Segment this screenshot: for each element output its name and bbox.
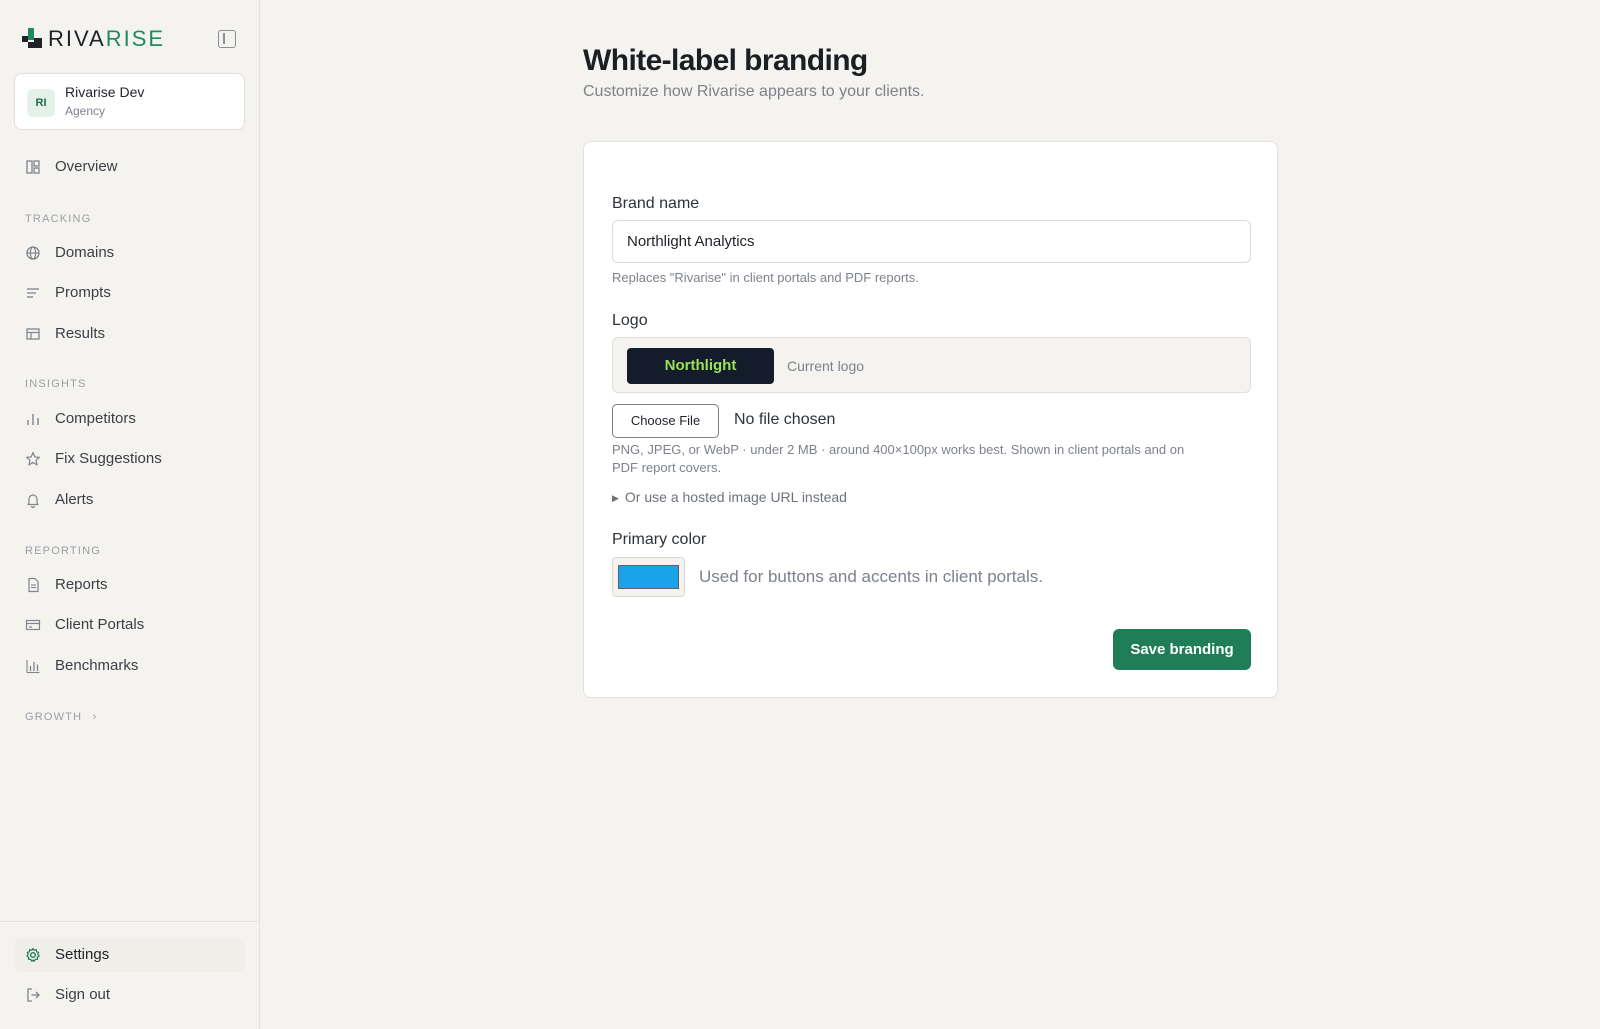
sidebar-item-overview[interactable]: Overview bbox=[14, 150, 245, 184]
brand-name-hint: Replaces "Rivarise" in client portals an… bbox=[612, 270, 919, 285]
document-icon bbox=[25, 577, 41, 593]
sidebar-item-domains[interactable]: Domains bbox=[14, 236, 245, 270]
sidebar-item-label: Sign out bbox=[55, 986, 111, 1003]
primary-color-label: Primary color bbox=[612, 531, 707, 548]
logo-label: Logo bbox=[612, 312, 648, 329]
logo-mark-icon bbox=[22, 28, 44, 50]
sign-out-button[interactable]: Sign out bbox=[14, 978, 245, 1012]
brand-wordmark: RIVARISE bbox=[48, 26, 166, 51]
sidebar-item-label: Domains bbox=[55, 244, 115, 261]
logo-hint: PNG, JPEG, or WebP · under 2 MB · around… bbox=[612, 441, 1184, 477]
sidebar-item-label: Results bbox=[55, 325, 106, 342]
color-swatch bbox=[618, 565, 679, 589]
sidebar-item-results[interactable]: Results bbox=[14, 317, 245, 351]
sidebar-item-benchmarks[interactable]: Benchmarks bbox=[14, 649, 245, 683]
workspace-avatar: RI bbox=[27, 89, 55, 117]
sidebar-item-reports[interactable]: Reports bbox=[14, 568, 245, 602]
page-subtitle: Customize how Rivarise appears to your c… bbox=[583, 83, 925, 100]
choose-file-button[interactable]: Choose File bbox=[612, 404, 719, 438]
workspace-switcher[interactable]: RI Rivarise Dev Agency bbox=[14, 73, 245, 130]
section-label-reporting: REPORTING bbox=[25, 545, 101, 557]
section-label-growth: GROWTH bbox=[25, 711, 83, 723]
sidebar-item-competitors[interactable]: Competitors bbox=[14, 402, 245, 436]
hosted-url-toggle-label: Or use a hosted image URL instead bbox=[624, 489, 847, 505]
sidebar-item-label: Client Portals bbox=[55, 616, 145, 633]
sidebar-item-label: Benchmarks bbox=[55, 657, 139, 674]
section-label-insights: INSIGHTS bbox=[25, 378, 87, 390]
logo-caption: Current logo bbox=[787, 358, 865, 374]
gear-icon bbox=[25, 947, 41, 963]
page-title: White-label branding bbox=[583, 44, 868, 77]
bell-icon bbox=[25, 492, 41, 509]
save-branding-button[interactable]: Save branding bbox=[1113, 629, 1251, 670]
chevron-right-icon: › bbox=[92, 711, 98, 723]
hosted-url-toggle[interactable]: ▶ Or use a hosted image URL instead bbox=[612, 489, 847, 505]
workspace-name: Rivarise Dev bbox=[65, 84, 145, 100]
bar-chart-icon bbox=[25, 411, 41, 427]
lines-icon bbox=[25, 285, 41, 301]
sidebar: RIVARISE RI Rivarise Dev Agency Overview… bbox=[0, 0, 260, 1029]
sidebar-item-label: Alerts bbox=[55, 491, 94, 508]
triangle-right-icon: ▶ bbox=[612, 493, 619, 503]
sidebar-item-prompts[interactable]: Prompts bbox=[14, 276, 245, 310]
logo-hint-line: PDF report covers. bbox=[612, 460, 722, 475]
brand-name-label: Brand name bbox=[612, 195, 700, 212]
sidebar-item-fix-suggestions[interactable]: Fix Suggestions bbox=[14, 442, 245, 476]
current-logo-image: Northlight bbox=[627, 348, 774, 384]
branding-form-card: Brand name Replaces "Rivarise" in client… bbox=[583, 141, 1278, 698]
sidebar-item-alerts[interactable]: Alerts bbox=[14, 483, 245, 517]
sidebar-item-settings[interactable]: Settings bbox=[14, 938, 245, 972]
globe-icon bbox=[25, 245, 41, 261]
brand-name-input[interactable] bbox=[612, 220, 1251, 263]
logo-hint-line: PNG, JPEG, or WebP · under 2 MB · around… bbox=[612, 442, 1185, 457]
sign-out-icon bbox=[25, 987, 41, 1003]
logo-preview-box: Northlight Current logo bbox=[612, 337, 1251, 393]
section-toggle-growth[interactable]: GROWTH › bbox=[25, 711, 97, 723]
sidebar-item-label: Reports bbox=[55, 576, 108, 593]
primary-color-picker[interactable] bbox=[612, 557, 685, 597]
sidebar-item-label: Settings bbox=[55, 946, 110, 963]
bar-chart-icon bbox=[25, 658, 41, 674]
sidebar-divider bbox=[0, 921, 260, 922]
card-icon bbox=[25, 617, 41, 633]
sidebar-item-label: Prompts bbox=[55, 284, 111, 301]
sidebar-item-label: Competitors bbox=[55, 410, 136, 427]
star-icon bbox=[25, 451, 41, 467]
sidebar-item-label: Fix Suggestions bbox=[55, 450, 162, 467]
primary-color-caption: Used for buttons and accents in client p… bbox=[699, 567, 1043, 586]
section-label-tracking: TRACKING bbox=[25, 213, 92, 225]
workspace-role: Agency bbox=[65, 104, 106, 118]
sidebar-item-label: Overview bbox=[55, 158, 118, 175]
collapse-sidebar-icon[interactable] bbox=[218, 30, 236, 48]
brand-logo[interactable]: RIVARISE bbox=[22, 26, 238, 52]
file-status: No file chosen bbox=[734, 411, 836, 428]
layout-grid-icon bbox=[25, 159, 41, 175]
table-icon bbox=[25, 326, 41, 342]
sidebar-item-client-portals[interactable]: Client Portals bbox=[14, 608, 245, 642]
